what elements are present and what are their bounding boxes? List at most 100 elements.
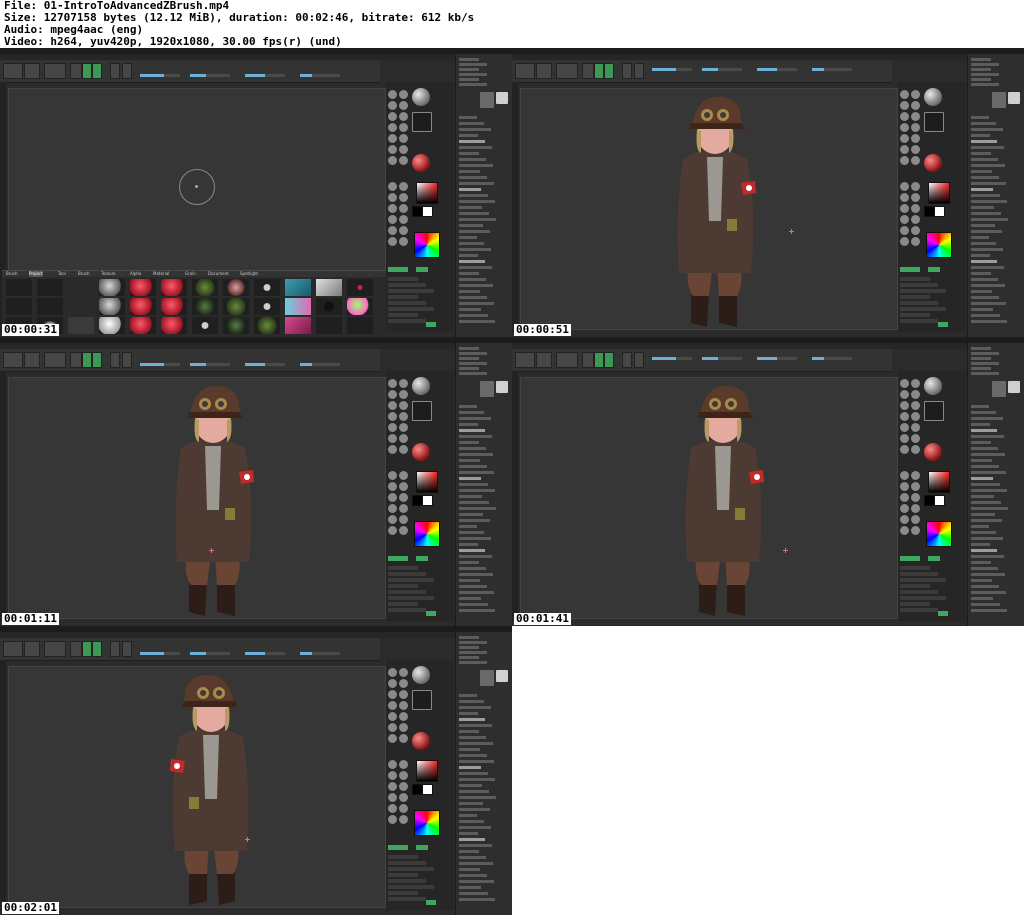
lightbox-thumbnail[interactable]: [68, 298, 94, 315]
active-button[interactable]: [938, 322, 948, 327]
palette-menu-item[interactable]: [459, 447, 486, 450]
brush-thumbnail[interactable]: [911, 90, 920, 99]
palette-button[interactable]: [459, 656, 479, 659]
material-ball[interactable]: [412, 666, 430, 684]
material-ball[interactable]: [412, 88, 430, 106]
palette-menu-item[interactable]: [459, 411, 484, 414]
lightbox-tab[interactable]: Brush: [6, 271, 18, 277]
alpha-thumbnail[interactable]: [412, 690, 432, 710]
lightbox-thumbnail[interactable]: [99, 298, 125, 315]
shelf-button[interactable]: [70, 641, 82, 657]
active-button[interactable]: [388, 556, 408, 561]
shelf-button[interactable]: [3, 63, 23, 79]
tool-thumbnail[interactable]: [399, 193, 408, 202]
active-button[interactable]: [426, 900, 436, 905]
brush-thumbnail[interactable]: [911, 112, 920, 121]
palette-menu-item[interactable]: [971, 254, 990, 257]
brush-thumbnail[interactable]: [388, 134, 397, 143]
secondary-color-swatch[interactable]: [934, 495, 945, 506]
shelf-slider[interactable]: [702, 68, 742, 71]
lightbox-thumbnail[interactable]: [130, 298, 156, 315]
tool-thumbnail[interactable]: [399, 226, 408, 235]
palette-menu-item[interactable]: [459, 766, 481, 769]
palette-menu-item[interactable]: [459, 302, 494, 305]
lightbox-tab[interactable]: Project: [29, 271, 43, 277]
brush-thumbnail[interactable]: [911, 390, 920, 399]
tool-thumbnail[interactable]: [399, 471, 408, 480]
brush-thumbnail[interactable]: [900, 123, 909, 132]
palette-menu-item[interactable]: [971, 543, 990, 546]
tool-thumbnail[interactable]: [399, 215, 408, 224]
palette-menu-item[interactable]: [459, 880, 494, 883]
brush-thumbnail[interactable]: [399, 390, 408, 399]
palette-menu-item[interactable]: [971, 405, 989, 408]
palette-button[interactable]: [459, 362, 487, 365]
brush-thumbnail[interactable]: [388, 423, 397, 432]
tool-thumbnail[interactable]: [388, 215, 397, 224]
lightbox-thumbnail[interactable]: [347, 317, 373, 334]
palette-menu-item[interactable]: [971, 188, 993, 191]
lightbox-thumbnail[interactable]: [37, 298, 63, 315]
lightbox-tab[interactable]: Material: [153, 271, 169, 277]
brush-thumbnail[interactable]: [388, 390, 397, 399]
palette-menu-item[interactable]: [459, 772, 488, 775]
palette-button[interactable]: [459, 357, 479, 360]
shelf-button[interactable]: [122, 641, 132, 657]
lightbox-tab[interactable]: Texture: [101, 271, 116, 277]
hue-ring[interactable]: [414, 232, 440, 258]
palette-menu-item[interactable]: [459, 706, 491, 709]
active-button[interactable]: [900, 267, 920, 272]
palette-menu-item[interactable]: [459, 230, 490, 233]
tool-thumbnail[interactable]: [388, 226, 397, 235]
palette-button[interactable]: [459, 68, 479, 71]
active-button[interactable]: [938, 611, 948, 616]
palette-menu-item[interactable]: [971, 236, 989, 239]
palette-menu-item[interactable]: [971, 441, 991, 444]
brush-thumbnail[interactable]: [399, 434, 408, 443]
active-button[interactable]: [388, 267, 408, 272]
brush-thumbnail[interactable]: [388, 690, 397, 699]
alpha-thumbnail[interactable]: [412, 112, 432, 132]
tool-thumbnail[interactable]: [399, 515, 408, 524]
palette-menu-item[interactable]: [459, 507, 496, 510]
tool-thumbnail[interactable]: [900, 526, 909, 535]
palette-menu-item[interactable]: [971, 525, 989, 528]
tool-thumbnail[interactable]: [911, 193, 920, 202]
brush-thumbnail[interactable]: [900, 134, 909, 143]
lightbox-thumbnail[interactable]: [316, 279, 342, 296]
palette-menu-item[interactable]: [459, 116, 477, 119]
palette-menu-item[interactable]: [971, 573, 1005, 576]
palette-menu-item[interactable]: [971, 284, 1005, 287]
palette-menu-item[interactable]: [459, 519, 490, 522]
palette-menu-item[interactable]: [459, 417, 491, 420]
tool-thumbnail[interactable]: [388, 504, 397, 513]
tool-thumbnail[interactable]: [388, 204, 397, 213]
palette-menu-item[interactable]: [459, 543, 478, 546]
palette-menu-item[interactable]: [971, 567, 998, 570]
hue-ring[interactable]: [414, 521, 440, 547]
palette-menu-item[interactable]: [971, 266, 1004, 269]
shelf-button[interactable]: [634, 352, 644, 368]
palette-menu-item[interactable]: [971, 507, 1008, 510]
palette-menu-item[interactable]: [459, 188, 481, 191]
lightbox-thumbnail[interactable]: [254, 317, 280, 334]
tool-thumbnail[interactable]: [911, 215, 920, 224]
tool-thumbnail[interactable]: [900, 226, 909, 235]
active-button[interactable]: [928, 556, 940, 561]
palette-menu-item[interactable]: [971, 116, 989, 119]
palette-menu-item[interactable]: [459, 796, 496, 799]
active-button[interactable]: [426, 322, 436, 327]
canvas-viewport[interactable]: [520, 88, 898, 330]
brush-thumbnail[interactable]: [911, 101, 920, 110]
palette-menu-item[interactable]: [971, 453, 1005, 456]
shelf-button[interactable]: [594, 352, 604, 368]
hue-ring[interactable]: [414, 810, 440, 836]
shelf-button[interactable]: [92, 641, 102, 657]
character-model[interactable]: [661, 91, 771, 331]
brush-thumbnail[interactable]: [900, 445, 909, 454]
palette-menu-item[interactable]: [459, 724, 492, 727]
character-model[interactable]: [669, 380, 779, 620]
shelf-slider[interactable]: [140, 74, 180, 77]
lightbox-thumbnail[interactable]: [68, 279, 94, 296]
palette-menu-item[interactable]: [971, 170, 992, 173]
